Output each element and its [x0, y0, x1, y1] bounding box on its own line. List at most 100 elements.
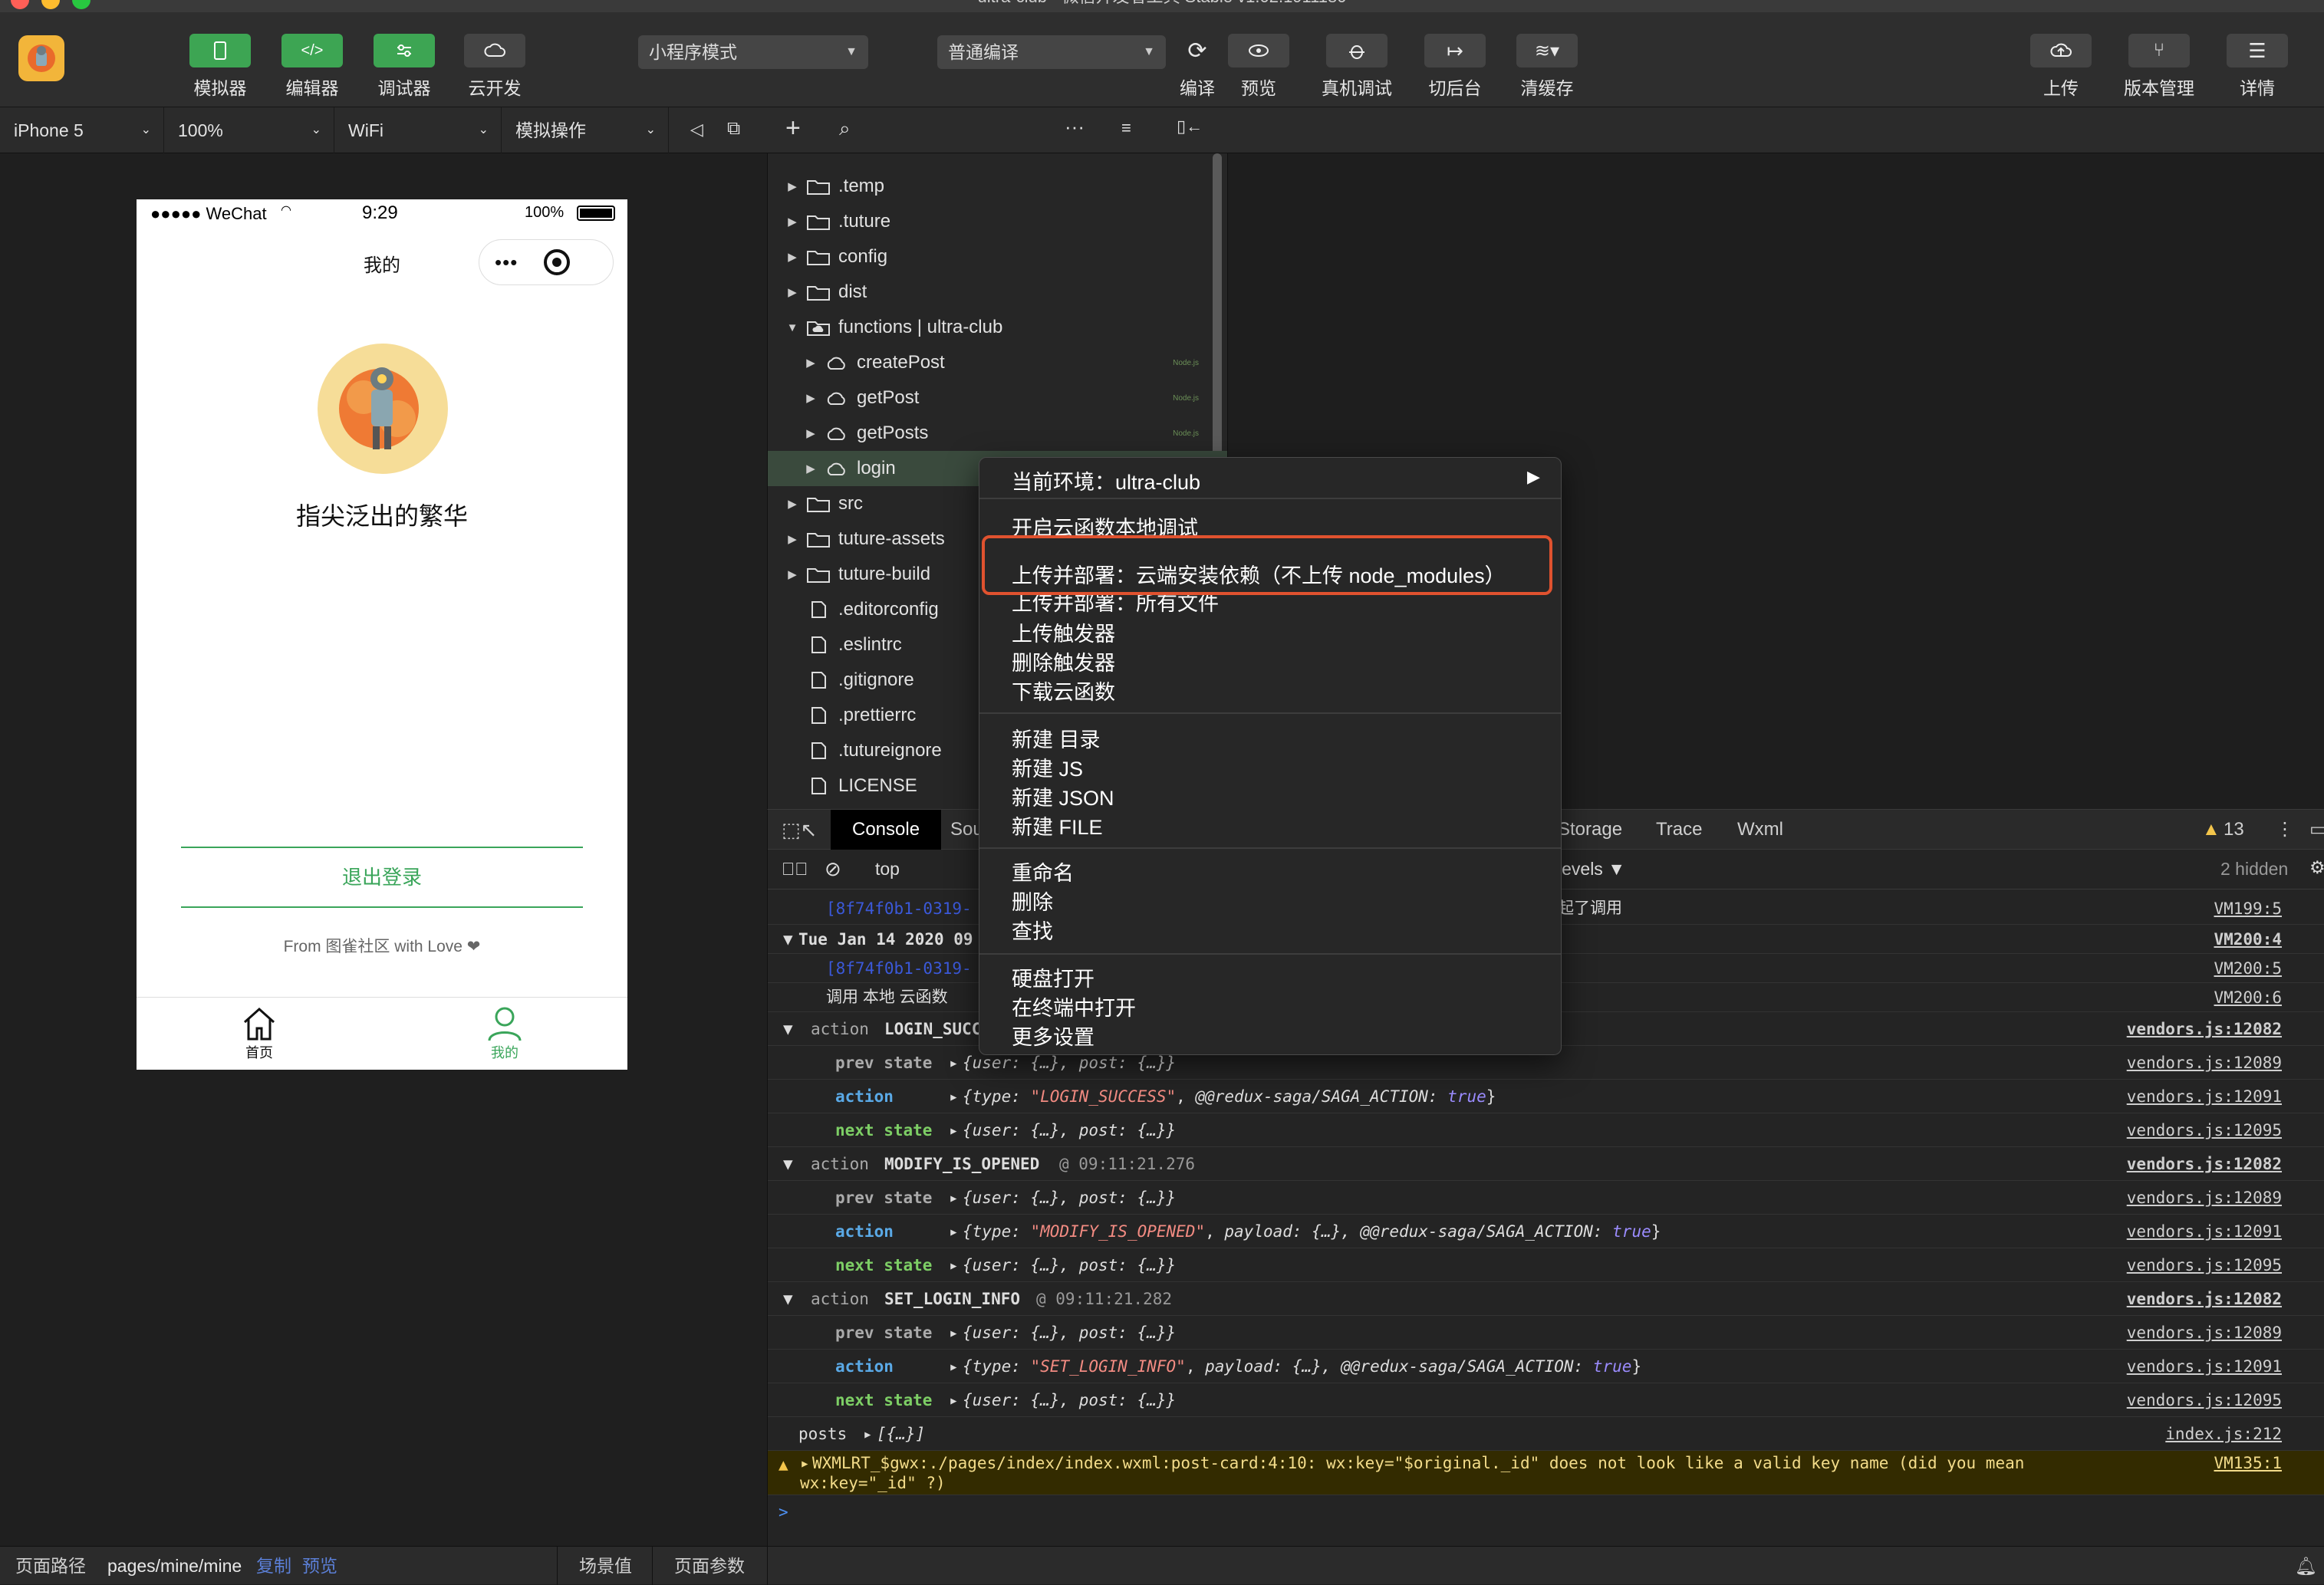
- menu-item-delete[interactable]: 删除: [1012, 886, 1053, 916]
- debugger-button[interactable]: 调试器: [362, 34, 446, 100]
- log-group-header[interactable]: ▼ action SET_LOGIN_INFO @ 09:11:21.282 v…: [768, 1282, 2324, 1316]
- menu-item-new-json[interactable]: 新建 JSON: [1012, 781, 1114, 811]
- log-source-link[interactable]: VM199:5: [2214, 893, 2282, 925]
- collapse-all-icon[interactable]: ≡: [1121, 118, 1131, 138]
- remote-debug-button[interactable]: 真机调试: [1315, 34, 1399, 100]
- expand-caret-icon[interactable]: ▶: [783, 285, 802, 299]
- log-source-link[interactable]: VM200:6: [2214, 983, 2282, 1012]
- menu-item-reveal[interactable]: 硬盘打开: [1012, 962, 1095, 992]
- tab-console[interactable]: Console: [831, 810, 942, 850]
- expand-caret-icon[interactable]: ▶: [783, 250, 802, 264]
- menu-item-more[interactable]: 更多设置: [1012, 1021, 1095, 1051]
- clear-console-icon[interactable]: ⊘: [825, 857, 841, 881]
- console-input[interactable]: >: [768, 1495, 2324, 1529]
- bell-icon[interactable]: 🔔︎: [2295, 1547, 2317, 1585]
- device-select[interactable]: iPhone 5 ⌄: [0, 107, 164, 153]
- tab-trace[interactable]: Trace: [1656, 810, 1702, 850]
- mute-icon[interactable]: ◁: [690, 120, 703, 140]
- log-source-link[interactable]: vendors.js:12082: [2127, 1147, 2282, 1181]
- expand-caret-icon[interactable]: ▶: [802, 462, 820, 475]
- tree-item[interactable]: ▶ getPost Node.js: [768, 380, 1228, 416]
- menu-item-delete-trigger[interactable]: 删除触发器: [1012, 646, 1115, 676]
- avatar[interactable]: [18, 35, 64, 81]
- expand-caret-icon[interactable]: ▶: [802, 391, 820, 405]
- editor-button[interactable]: </> 编辑器: [270, 34, 354, 100]
- minimize-window-button[interactable]: [41, 0, 60, 9]
- sidebar-toggle-icon[interactable]: ▶⃞: [782, 859, 808, 880]
- tab-mine[interactable]: 我的: [382, 998, 627, 1070]
- menu-item-download[interactable]: 下载云函数: [1012, 676, 1115, 705]
- logout-button[interactable]: 退出登录: [181, 847, 583, 908]
- close-window-button[interactable]: [11, 0, 29, 9]
- tree-item[interactable]: ▶ createPost Node.js: [768, 345, 1228, 380]
- preview-link[interactable]: 预览: [302, 1547, 337, 1585]
- more-icon[interactable]: ···: [1065, 115, 1085, 139]
- menu-item-upload-cloud-install[interactable]: 上传并部署：云端安装依赖（不上传 node_modules）: [1012, 559, 1506, 589]
- expand-caret-icon[interactable]: ▼: [783, 321, 802, 334]
- tree-item[interactable]: ▼ functions | ultra-club: [768, 310, 1228, 345]
- tree-item[interactable]: ▶ .tuture: [768, 204, 1228, 239]
- menu-item-env[interactable]: 当前环境：ultra-club: [1012, 465, 1200, 495]
- expand-caret-icon[interactable]: ▶: [802, 426, 820, 440]
- tree-item[interactable]: ▶ .temp: [768, 169, 1228, 204]
- version-button[interactable]: ⑂ 版本管理: [2117, 34, 2201, 100]
- menu-item-new-js[interactable]: 新建 JS: [1012, 752, 1083, 782]
- simulate-select[interactable]: 模拟操作 ⌄: [502, 107, 669, 153]
- tab-wxml[interactable]: Wxml: [1737, 810, 1783, 850]
- settings-gear-icon[interactable]: ⚙: [2309, 857, 2324, 878]
- log-source-link[interactable]: vendors.js:12095: [2127, 1383, 2282, 1417]
- detach-window-icon[interactable]: ⧉: [727, 118, 740, 140]
- more-dots-icon[interactable]: •••: [495, 251, 518, 275]
- log-source-link[interactable]: vendors.js:12089: [2127, 1181, 2282, 1215]
- log-source-link[interactable]: vendors.js:12082: [2127, 1282, 2282, 1316]
- tree-item[interactable]: ▶ dist: [768, 275, 1228, 310]
- menu-item-rename[interactable]: 重命名: [1012, 857, 1074, 886]
- expand-caret-icon[interactable]: ▶: [783, 532, 802, 546]
- log-source-link[interactable]: vendors.js:12091: [2127, 1215, 2282, 1248]
- log-source-link[interactable]: VM135:1: [2214, 1454, 2282, 1472]
- menu-item-new-file[interactable]: 新建 FILE: [1012, 811, 1103, 840]
- log-source-link[interactable]: vendors.js:12089: [2127, 1316, 2282, 1350]
- menu-item-upload-trigger[interactable]: 上传触发器: [1012, 617, 1115, 647]
- tree-item[interactable]: ▶ getPosts Node.js: [768, 416, 1228, 451]
- log-source-link[interactable]: vendors.js:12091: [2127, 1080, 2282, 1113]
- log-group-header[interactable]: ▼ action MODIFY_IS_OPENED @ 09:11:21.276…: [768, 1147, 2324, 1181]
- expand-caret-icon[interactable]: ▶: [802, 356, 820, 370]
- zoom-select[interactable]: 100% ⌄: [164, 107, 334, 153]
- log-source-link[interactable]: vendors.js:12095: [2127, 1248, 2282, 1282]
- kebab-menu-icon[interactable]: ⋮: [2276, 810, 2294, 850]
- log-source-link[interactable]: vendors.js:12082: [2127, 1012, 2282, 1046]
- menu-item-terminal[interactable]: 在终端中打开: [1012, 991, 1136, 1021]
- expand-caret-icon[interactable]: ▶: [783, 215, 802, 229]
- close-miniprogram-icon[interactable]: [544, 249, 571, 275]
- tree-item[interactable]: ▶ config: [768, 239, 1228, 275]
- scene-button[interactable]: 场景值: [557, 1547, 632, 1585]
- cloud-dev-button[interactable]: 云开发: [453, 34, 537, 100]
- levels-select[interactable]: levels ▼: [1558, 859, 1625, 880]
- copy-link[interactable]: 复制: [256, 1547, 291, 1585]
- search-icon[interactable]: ⌕: [839, 117, 851, 141]
- log-source-link[interactable]: vendors.js:12091: [2127, 1350, 2282, 1383]
- log-source-link[interactable]: VM200:4: [2214, 925, 2282, 954]
- compile-mode-select[interactable]: 普通编译 ▼: [937, 35, 1166, 69]
- dock-icon[interactable]: ▭: [2309, 810, 2324, 850]
- clear-cache-button[interactable]: ≋▾ 清缓存: [1505, 34, 1589, 100]
- expand-caret-icon[interactable]: ▶: [783, 179, 802, 193]
- expand-caret-icon[interactable]: ▶: [783, 567, 802, 581]
- background-button[interactable]: ↦ 切后台: [1413, 34, 1497, 100]
- log-source-link[interactable]: VM200:5: [2214, 954, 2282, 983]
- page-params-button[interactable]: 页面参数: [652, 1547, 745, 1585]
- log-source-link[interactable]: vendors.js:12089: [2127, 1046, 2282, 1080]
- tab-storage[interactable]: Storage: [1558, 810, 1622, 850]
- log-source-link[interactable]: vendors.js:12095: [2127, 1113, 2282, 1147]
- network-select[interactable]: WiFi ⌄: [334, 107, 502, 153]
- tab-home[interactable]: 首页: [137, 998, 382, 1070]
- split-icon[interactable]: ▯←: [1177, 117, 1203, 136]
- menu-item-new-dir[interactable]: 新建 目录: [1012, 723, 1101, 753]
- details-button[interactable]: ☰ 详情: [2215, 34, 2299, 100]
- add-file-icon[interactable]: +: [785, 113, 801, 143]
- menu-item-find[interactable]: 查找: [1012, 915, 1053, 945]
- capsule-menu[interactable]: •••: [479, 239, 614, 285]
- log-source-link[interactable]: index.js:212: [2165, 1417, 2282, 1451]
- expand-caret-icon[interactable]: ▶: [783, 497, 802, 511]
